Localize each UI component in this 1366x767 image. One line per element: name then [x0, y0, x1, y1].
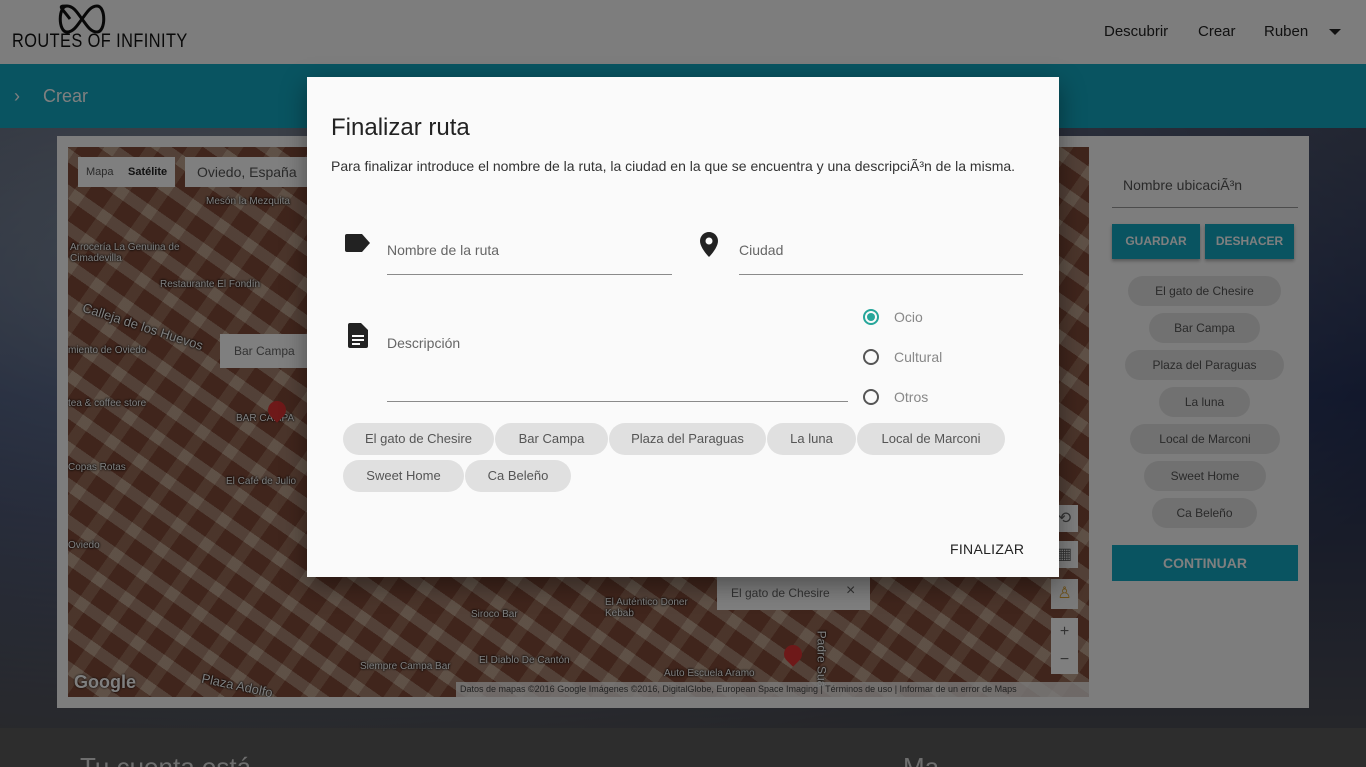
location-chip[interactable]: Local de Marconi — [857, 423, 1005, 455]
location-pin-icon — [700, 232, 718, 257]
city-input[interactable]: Ciudad — [739, 242, 1023, 275]
label-icon — [345, 234, 370, 252]
radio-label[interactable]: Ocio — [894, 309, 923, 325]
radio-ocio[interactable] — [863, 309, 879, 325]
modal-description: Para finalizar introduce el nombre de la… — [331, 158, 1016, 174]
radio-label[interactable]: Otros — [894, 389, 928, 405]
location-chip[interactable]: Ca Beleño — [465, 460, 571, 492]
modal-title: Finalizar ruta — [331, 114, 470, 141]
finish-button[interactable]: FINALIZAR — [950, 541, 1024, 557]
location-chip[interactable]: La luna — [767, 423, 856, 455]
document-icon — [348, 323, 368, 348]
location-chip[interactable]: Bar Campa — [495, 423, 608, 455]
location-chip[interactable]: Sweet Home — [343, 460, 464, 492]
location-chip[interactable]: El gato de Chesire — [343, 423, 494, 455]
description-textarea[interactable]: Descripción — [387, 335, 848, 402]
route-name-input[interactable]: Nombre de la ruta — [387, 242, 672, 275]
radio-label[interactable]: Cultural — [894, 349, 942, 365]
radio-cultural[interactable] — [863, 349, 879, 365]
radio-otros[interactable] — [863, 389, 879, 405]
location-chip[interactable]: Plaza del Paraguas — [609, 423, 766, 455]
finalize-route-modal: Finalizar ruta Para finalizar introduce … — [307, 77, 1059, 577]
